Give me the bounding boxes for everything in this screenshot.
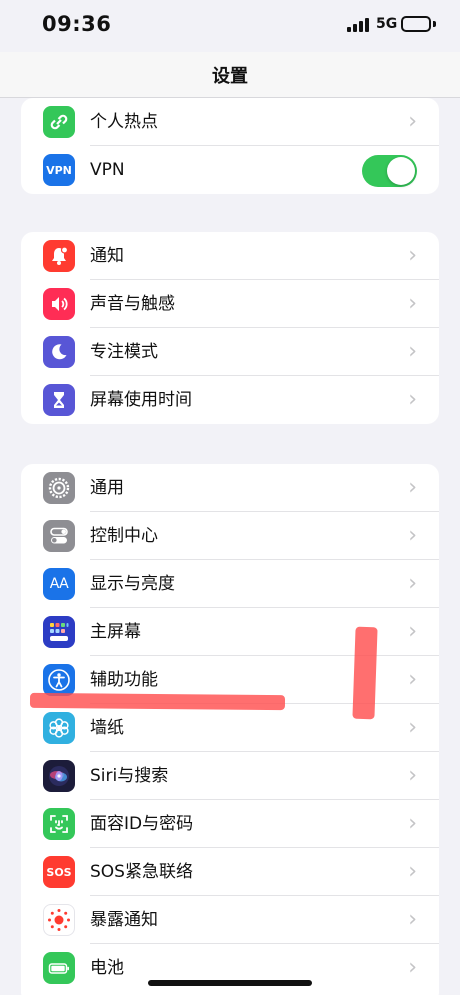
settings-group-notifications: 通知 › 声音与触感 › 专注模式 › 屏幕使用时间 › [21,232,439,424]
settings-row-label: 电池 [90,958,124,978]
settings-row-label: 主屏幕 [90,622,141,642]
speaker-icon [43,288,75,320]
chevron-right-icon: › [408,243,417,268]
settings-row-label: 声音与触感 [90,294,175,314]
hotspot-icon [43,106,75,138]
bell-icon [43,240,75,272]
face-id-icon [43,808,75,840]
settings-group-network: 个人热点 › VPN VPN [21,98,439,194]
siri-icon [43,760,75,792]
settings-row-wallpaper[interactable]: 墙纸 › [21,704,439,752]
chevron-right-icon: › [408,109,417,134]
battery-icon [43,952,75,984]
exposure-icon [43,904,75,936]
settings-row-notifications[interactable]: 通知 › [21,232,439,280]
settings-row-label: 控制中心 [90,526,158,546]
home-indicator[interactable] [148,980,312,986]
vpn-icon: VPN [43,154,75,186]
vpn-toggle[interactable] [362,155,417,187]
chevron-right-icon: › [408,907,417,932]
annotation-stroke-vertical [352,626,378,720]
text-size-icon: AA [43,568,75,600]
chevron-right-icon: › [408,859,417,884]
moon-icon [43,336,75,368]
settings-group-general: 通用 › 控制中心 › AA 显示与亮度 › 主屏幕 › 辅助功能 › 墙纸 ›… [21,464,439,995]
chevron-right-icon: › [408,339,417,364]
chevron-right-icon: › [408,475,417,500]
gear-icon [43,472,75,504]
settings-row-label: 个人热点 [90,112,158,132]
settings-row-general[interactable]: 通用 › [21,464,439,512]
chevron-right-icon: › [408,811,417,836]
battery-status-icon [401,16,431,32]
chevron-right-icon: › [408,571,417,596]
settings-row-label: Siri与搜索 [90,766,169,786]
settings-row-face-id[interactable]: 面容ID与密码 › [21,800,439,848]
settings-row-hotspot[interactable]: 个人热点 › [21,98,439,146]
settings-row-label: 通用 [90,478,124,498]
settings-row-focus[interactable]: 专注模式 › [21,328,439,376]
sos-icon: SOS [43,856,75,888]
settings-row-label: 专注模式 [90,342,158,362]
settings-screen: 09:36 5G 设置 个人热点 › VPN VPN 通知 › 声音与触感 › … [0,0,460,995]
chevron-right-icon: › [408,523,417,548]
settings-row-sounds[interactable]: 声音与触感 › [21,280,439,328]
settings-row-control-center[interactable]: 控制中心 › [21,512,439,560]
settings-row-vpn[interactable]: VPN VPN [21,146,439,194]
cellular-signal-icon [347,18,369,32]
navigation-bar: 设置 [0,52,460,98]
settings-row-label: 通知 [90,246,124,266]
settings-row-label: 屏幕使用时间 [90,390,192,410]
settings-row-label: 暴露通知 [90,910,158,930]
chevron-right-icon: › [408,955,417,980]
chevron-right-icon: › [408,667,417,692]
settings-row-exposure[interactable]: 暴露通知 › [21,896,439,944]
home-grid-icon [43,616,75,648]
chevron-right-icon: › [408,763,417,788]
settings-row-label: 墙纸 [90,718,124,738]
chevron-right-icon: › [408,619,417,644]
accessibility-icon [43,664,75,696]
settings-row-label: 显示与亮度 [90,574,175,594]
settings-row-sos[interactable]: SOS SOS紧急联络 › [21,848,439,896]
hourglass-icon [43,384,75,416]
settings-row-display[interactable]: AA 显示与亮度 › [21,560,439,608]
chevron-right-icon: › [408,715,417,740]
flower-icon [43,712,75,744]
battery-cap [433,21,436,27]
chevron-right-icon: › [408,291,417,316]
settings-row-siri[interactable]: Siri与搜索 › [21,752,439,800]
settings-row-label: SOS紧急联络 [90,862,193,882]
annotation-stroke-horizontal [29,692,286,711]
network-type: 5G [376,16,398,32]
settings-row-label: VPN [90,160,125,180]
settings-row-label: 面容ID与密码 [90,814,194,834]
switches-icon [43,520,75,552]
settings-row-screen-time[interactable]: 屏幕使用时间 › [21,376,439,424]
chevron-right-icon: › [408,387,417,412]
status-time: 09:36 [42,12,112,36]
page-title: 设置 [212,66,248,87]
status-bar: 09:36 5G [0,0,460,52]
